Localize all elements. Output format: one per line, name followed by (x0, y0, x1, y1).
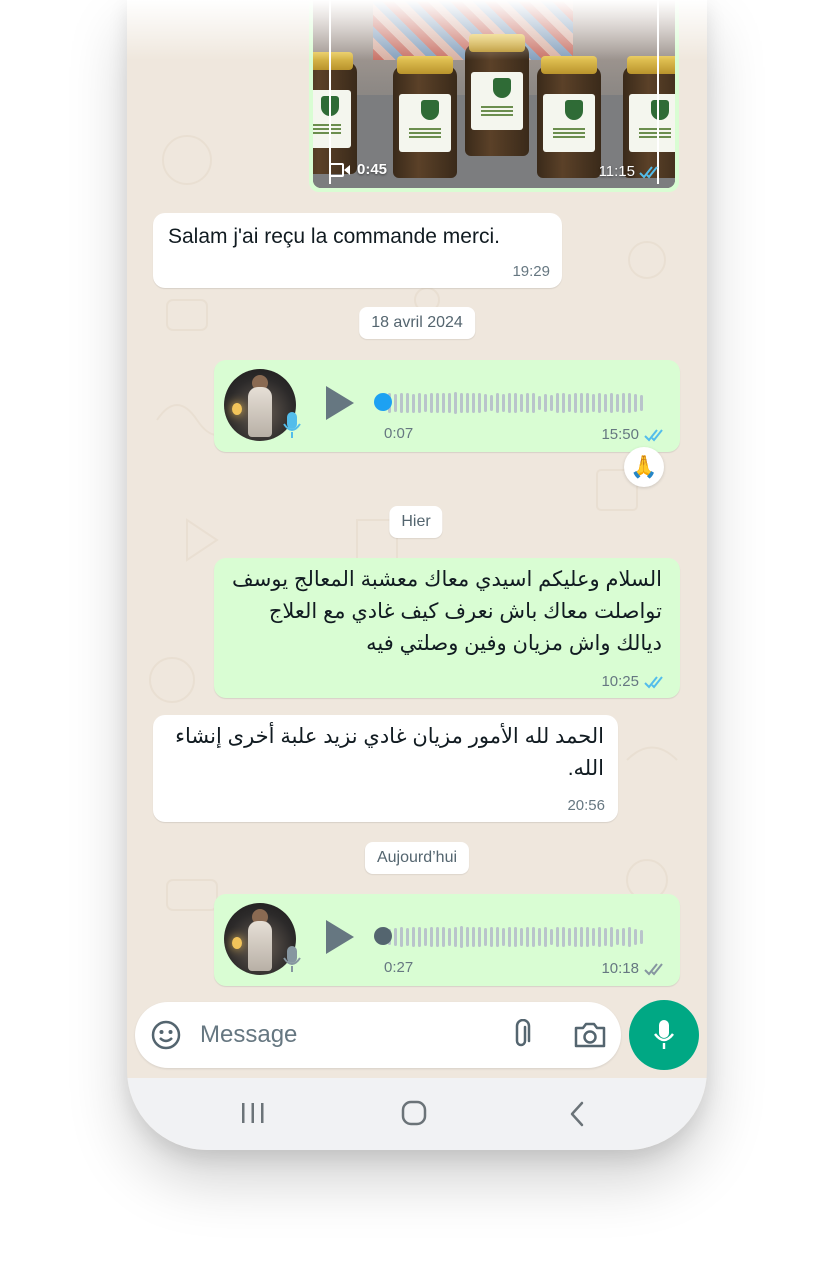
home-icon[interactable] (401, 1100, 427, 1126)
message-time-row: 15:50 (601, 426, 666, 443)
date-separator: Aujourd’hui (364, 842, 470, 874)
video-timestamp: 11:15 (599, 163, 661, 180)
video-duration: 0:45 (329, 161, 387, 178)
audio-seek-knob[interactable] (374, 393, 392, 411)
emoji-icon[interactable] (150, 1019, 182, 1051)
back-icon[interactable] (568, 1100, 586, 1128)
voice-record-button[interactable] (629, 1000, 699, 1070)
attach-icon[interactable] (510, 1019, 532, 1051)
microphone-icon (283, 412, 301, 438)
message-time: 10:25 (601, 673, 639, 690)
message-text: السلام وعليكم اسيدي معاك معشبة المعالج ي… (222, 564, 662, 660)
message-time-row: 10:25 (601, 673, 666, 690)
video-message-bubble[interactable]: 0:45 11:15 (309, 0, 679, 192)
phone-frame: 0:45 11:15 Salam j'ai reçu la commande m… (127, 0, 707, 1150)
message-line: تواصلت معاك باش نعرف كيف غادي مع العلاج (268, 600, 662, 623)
double-check-read-icon (644, 675, 663, 688)
play-icon[interactable] (326, 386, 354, 420)
message-time: 10:18 (601, 960, 639, 977)
double-check-read-icon (639, 165, 658, 178)
video-thumbnail[interactable]: 0:45 11:15 (313, 0, 675, 188)
audio-waveform[interactable] (382, 926, 658, 948)
message-composer[interactable]: Message (135, 1002, 621, 1068)
audio-waveform[interactable] (382, 392, 658, 414)
incoming-message[interactable]: الحمد لله الأمور مزيان غادي نزيد علبة أخ… (153, 715, 618, 822)
outgoing-voice-message[interactable]: 0:27 10:18 (214, 894, 680, 986)
date-separator: Hier (389, 506, 443, 538)
voice-duration: 0:27 (384, 959, 414, 976)
microphone-icon (654, 1020, 674, 1049)
message-input[interactable]: Message (200, 1021, 297, 1049)
video-time-text: 11:15 (598, 163, 635, 180)
audio-seek-knob[interactable] (374, 927, 392, 945)
play-icon[interactable] (326, 920, 354, 954)
microphone-icon (283, 946, 301, 972)
video-camera-icon (329, 162, 350, 177)
double-check-read-icon (644, 428, 663, 441)
message-line: الله. (567, 757, 604, 780)
camera-icon[interactable] (573, 1021, 607, 1049)
outgoing-message[interactable]: السلام وعليكم اسيدي معاك معشبة المعالج ي… (214, 558, 680, 698)
message-text: الحمد لله الأمور مزيان غادي نزيد علبة أخ… (164, 721, 604, 785)
message-time: 15:50 (601, 426, 639, 443)
message-line: الحمد لله الأمور مزيان غادي نزيد علبة أخ… (175, 725, 604, 748)
double-check-delivered-icon (644, 962, 663, 975)
message-time-row: 10:18 (601, 960, 666, 977)
reaction-emoji[interactable]: 🙏 (624, 447, 664, 487)
outgoing-voice-message[interactable]: 0:07 15:50 (214, 360, 680, 452)
video-duration-text: 0:45 (357, 161, 388, 178)
date-separator: 18 avril 2024 (359, 307, 475, 339)
message-text: Salam j'ai reçu la commande merci. (168, 225, 500, 248)
message-time: 19:29 (512, 263, 550, 280)
message-line: ديالك واش مزيان وفين وصلتي فيه (366, 632, 662, 655)
incoming-message[interactable]: Salam j'ai reçu la commande merci. 19:29 (153, 213, 562, 288)
message-line: السلام وعليكم اسيدي معاك معشبة المعالج ي… (232, 568, 662, 591)
system-navigation-bar (127, 1078, 707, 1150)
voice-duration: 0:07 (384, 425, 414, 442)
message-time: 20:56 (567, 797, 605, 814)
recent-apps-icon[interactable] (240, 1101, 266, 1125)
